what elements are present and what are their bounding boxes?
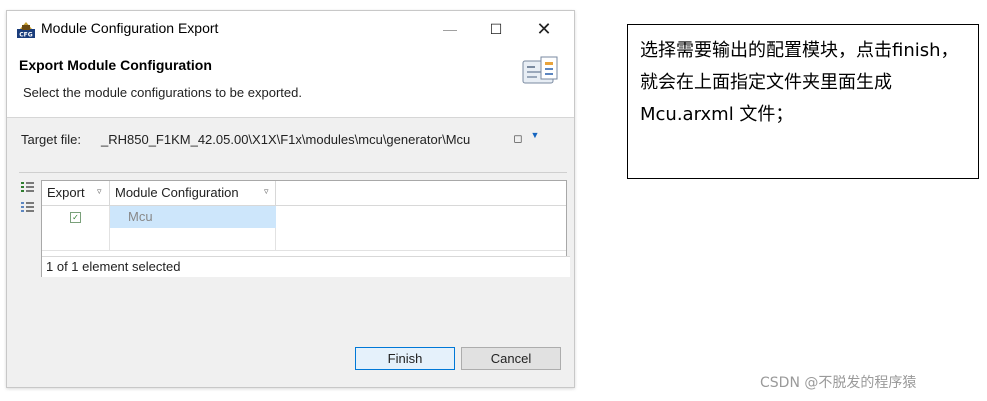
maximize-button[interactable]: ☐ <box>473 11 519 47</box>
filter-icon[interactable]: ▿ <box>264 179 269 203</box>
cancel-button[interactable]: Cancel <box>461 347 561 370</box>
minimize-button[interactable]: — <box>427 11 473 47</box>
wizard-header: Export Module Configuration Select the m… <box>7 47 574 118</box>
deselect-all-icon[interactable] <box>21 201 35 213</box>
export-cell[interactable]: ✓ <box>42 206 110 228</box>
export-cell <box>42 228 110 250</box>
chevron-down-icon[interactable]: ▼ <box>530 130 540 144</box>
separator <box>19 172 567 173</box>
browse-file-icon[interactable]: ◻ <box>511 132 525 148</box>
finish-button[interactable]: Finish <box>355 347 455 370</box>
wizard-description: Select the module configurations to be e… <box>23 85 302 100</box>
table-header: Export ▿ Module Configuration ▿ <box>42 181 566 206</box>
module-cell[interactable]: Mcu <box>110 206 276 228</box>
close-button[interactable]: ✕ <box>521 11 567 47</box>
table-row-empty <box>42 228 566 251</box>
column-header-label: Module Configuration <box>115 185 239 200</box>
column-header-module-configuration[interactable]: Module Configuration ▿ <box>110 181 276 205</box>
table-row[interactable]: ✓ Mcu <box>42 206 566 228</box>
svg-text:CFG: CFG <box>19 32 33 39</box>
cfg-icon: CFG <box>17 22 35 39</box>
column-header-label: Export <box>47 185 85 200</box>
window-title: Module Configuration Export <box>41 20 219 36</box>
selection-status: 1 of 1 element selected <box>42 256 570 277</box>
export-checkbox[interactable]: ✓ <box>70 211 81 223</box>
wizard-title: Export Module Configuration <box>19 57 212 73</box>
watermark: CSDN @不脱发的程序猿 <box>760 375 917 391</box>
export-wizard-icon <box>522 56 558 84</box>
module-table: Export ▿ Module Configuration ▿ ✓ Mcu 1 … <box>41 180 570 277</box>
table-toolbar <box>21 181 39 221</box>
export-dialog: CFG Module Configuration Export — ☐ ✕ Ex… <box>6 10 575 388</box>
module-cell <box>110 228 276 250</box>
column-header-export[interactable]: Export ▿ <box>42 181 110 205</box>
target-file-field[interactable]: _RH850_F1KM_42.05.00\X1X\F1x\modules\mcu… <box>97 129 509 151</box>
title-bar[interactable]: CFG Module Configuration Export — ☐ ✕ <box>7 11 574 47</box>
filter-icon[interactable]: ▿ <box>97 179 102 203</box>
target-file-label: Target file: <box>21 132 81 147</box>
annotation-box: 选择需要输出的配置模块，点击finish，就会在上面指定文件夹里面生成 Mcu.… <box>627 24 979 179</box>
select-all-icon[interactable] <box>21 181 35 193</box>
